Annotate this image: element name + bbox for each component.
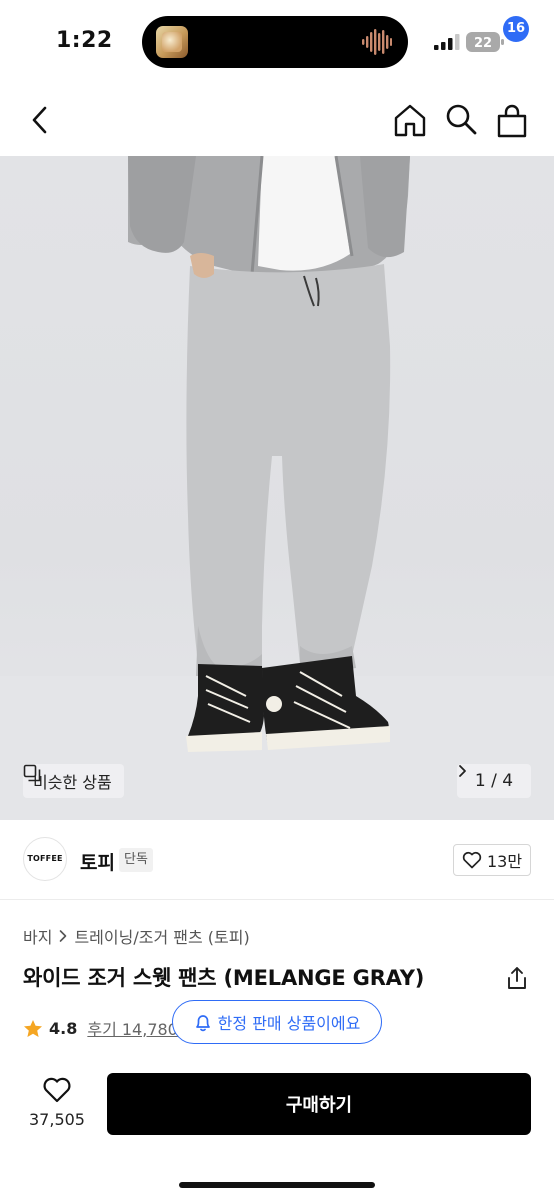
review-count-link[interactable]: 후기 14,780 — [87, 1016, 178, 1040]
similar-products-label: 비슷한 상품 — [33, 773, 112, 792]
top-nav-bar — [0, 84, 554, 156]
limited-sale-toast: 한정 판매 상품이에요 — [172, 1000, 382, 1044]
brand-logo[interactable]: TOFFEE — [23, 837, 67, 881]
cart-count-badge: 16 — [503, 16, 529, 42]
product-title: 와이드 조거 스웻 팬츠 (MELANGE GRAY) — [23, 966, 425, 990]
brand-like-button[interactable]: 13만 — [453, 844, 531, 876]
brand-row: TOFFEE 토피 단독 13만 — [0, 820, 554, 900]
exclusive-badge: 단독 — [119, 848, 153, 872]
breadcrumb: 바지 트레이닝/조거 팬츠 (토피) — [23, 924, 250, 948]
home-indicator[interactable] — [179, 1182, 375, 1188]
status-bar: 1:22 22 — [0, 0, 554, 84]
rating-row: 4.8 후기 14,780 — [23, 1016, 178, 1040]
heart-icon — [43, 1077, 71, 1103]
product-image-carousel[interactable]: 비슷한 상품 1 / 4 — [0, 156, 554, 820]
chevron-right-icon — [459, 765, 466, 777]
back-icon[interactable] — [26, 104, 54, 136]
status-time: 1:22 — [56, 28, 113, 53]
home-icon[interactable] — [392, 102, 428, 138]
heart-icon — [462, 851, 482, 869]
similar-icon — [23, 764, 41, 782]
wishlist-count: 37,505 — [29, 1110, 85, 1129]
brand-like-count: 13만 — [486, 852, 523, 871]
similar-products-button[interactable]: 비슷한 상품 — [23, 764, 124, 798]
audio-waveform-icon — [362, 29, 392, 55]
search-icon[interactable] — [444, 102, 478, 136]
rating-value: 4.8 — [49, 1018, 78, 1038]
image-page-indicator[interactable]: 1 / 4 — [457, 764, 531, 798]
limited-sale-text: 한정 판매 상품이에요 — [217, 1014, 361, 1033]
cart-icon[interactable] — [496, 104, 528, 138]
bell-icon — [195, 1014, 210, 1031]
wishlist-button[interactable]: 37,505 — [22, 1076, 92, 1132]
breadcrumb-subcategory[interactable]: 트레이닝/조거 팬츠 (토피) — [74, 924, 249, 948]
now-playing-artwork — [156, 26, 188, 58]
dynamic-island[interactable] — [142, 16, 408, 68]
chevron-right-icon — [60, 930, 67, 942]
star-icon — [24, 1019, 42, 1037]
share-icon[interactable] — [506, 966, 528, 990]
brand-name[interactable]: 토피 — [80, 848, 115, 875]
buy-button[interactable]: 구매하기 — [107, 1073, 531, 1135]
page-indicator-text: 1 / 4 — [474, 771, 514, 791]
battery-icon: 22 — [466, 32, 504, 52]
breadcrumb-category[interactable]: 바지 — [23, 924, 52, 948]
battery-level: 22 — [474, 36, 492, 51]
cellular-signal-icon — [434, 34, 460, 50]
product-photo — [0, 156, 554, 820]
